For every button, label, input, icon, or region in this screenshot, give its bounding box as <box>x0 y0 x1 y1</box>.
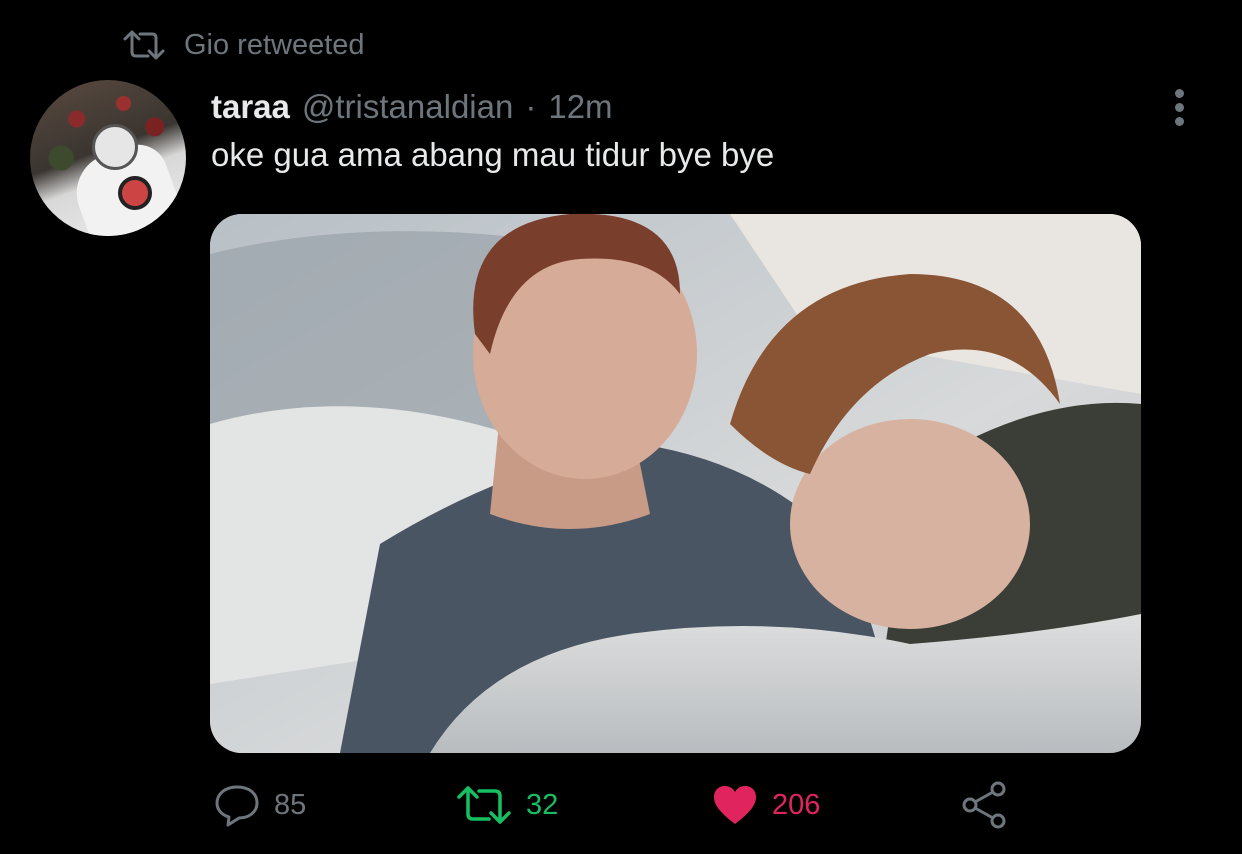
more-options-button[interactable] <box>1162 84 1196 130</box>
avatar-head <box>92 124 138 170</box>
user-handle[interactable]: @tristanaldian <box>302 88 513 126</box>
share-button[interactable] <box>960 780 1010 830</box>
retweet-button[interactable]: 32 <box>456 780 558 830</box>
separator-dot: · <box>525 88 537 125</box>
retweet-icon <box>122 30 166 60</box>
reply-button[interactable]: 85 <box>214 780 306 830</box>
tweet-media-photo[interactable] <box>210 214 1141 753</box>
tweet-header: taraa @tristanaldian · 12m <box>211 84 613 130</box>
like-count: 206 <box>772 788 821 821</box>
retweet-count: 32 <box>526 788 559 821</box>
tweet-text: oke gua ama abang mau tidur bye bye <box>211 136 775 173</box>
tweet-page: Gio retweeted taraa @tristanaldian · 12m… <box>0 0 1242 854</box>
retweet-context-label: Gio retweeted <box>184 28 365 61</box>
retweet-icon <box>456 785 512 825</box>
heart-icon <box>712 784 758 826</box>
display-name[interactable]: taraa <box>211 88 290 126</box>
avatar[interactable] <box>30 80 186 236</box>
reply-icon <box>214 783 260 827</box>
more-dot <box>1174 102 1184 112</box>
avatar-logo <box>118 176 152 210</box>
more-dot <box>1174 116 1184 126</box>
timestamp[interactable]: 12m <box>548 88 612 126</box>
retweet-context[interactable]: Gio retweeted <box>122 26 365 64</box>
more-dot <box>1174 88 1184 98</box>
reply-count: 85 <box>274 788 307 821</box>
like-button[interactable]: 206 <box>712 780 820 830</box>
share-icon <box>960 780 1010 830</box>
